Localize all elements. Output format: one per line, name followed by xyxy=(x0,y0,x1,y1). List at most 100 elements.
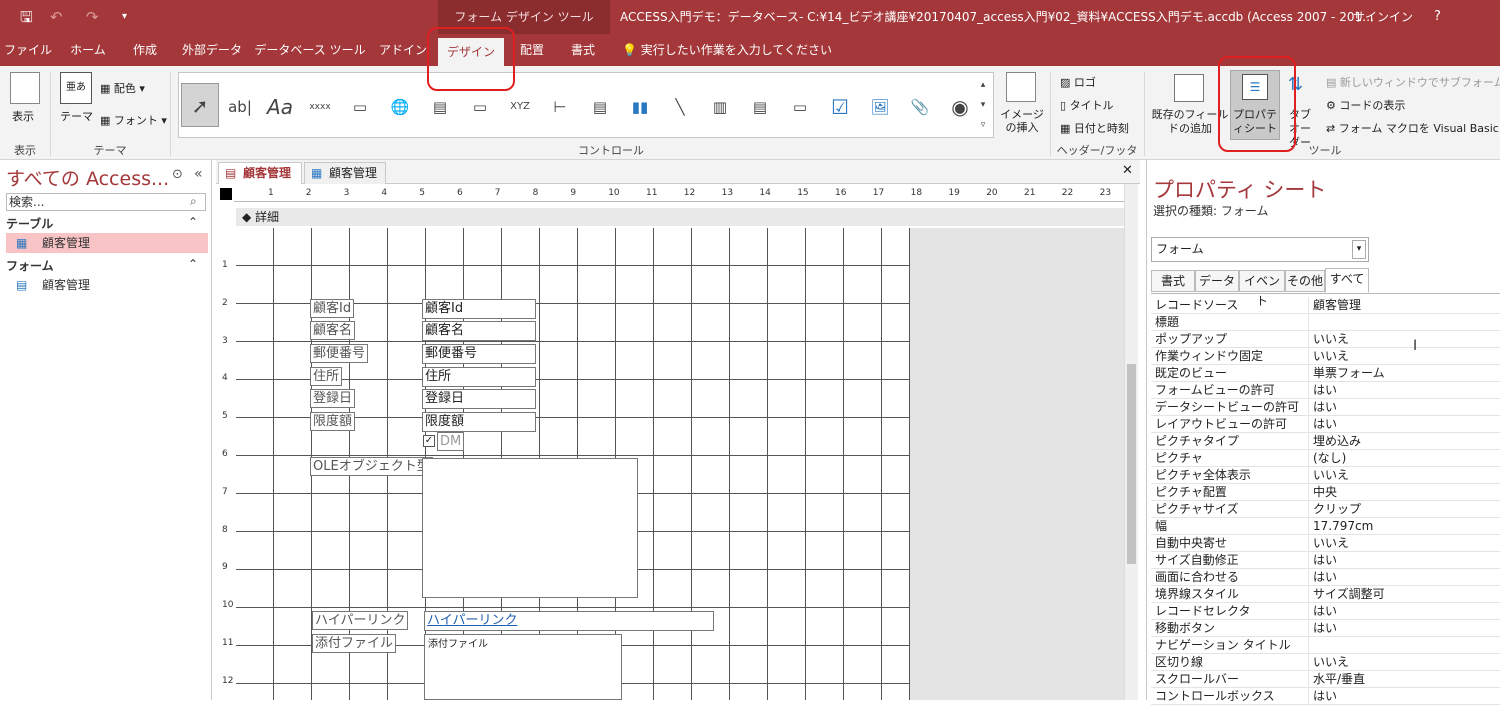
nav-search-input[interactable]: 検索... xyxy=(6,193,206,211)
label-credit-limit[interactable]: 限度額 xyxy=(310,412,356,431)
prop-tab-other[interactable]: その他 xyxy=(1285,270,1325,292)
property-row[interactable]: レコードソース 顧客管理 xyxy=(1151,297,1500,314)
property-row[interactable]: データシートビューの許可 はい xyxy=(1151,399,1500,416)
property-row[interactable]: フォームビューの許可 はい xyxy=(1151,382,1500,399)
ole-object-frame[interactable] xyxy=(422,458,638,598)
tab-home[interactable]: ホーム xyxy=(60,34,116,66)
label-ole-object[interactable]: OLEオブジェクト型 xyxy=(310,457,433,476)
label-customer-name[interactable]: 顧客名 xyxy=(310,321,356,340)
property-value[interactable]: いいえ xyxy=(1308,331,1498,347)
property-value[interactable]: サイズ調整可 xyxy=(1308,586,1498,602)
select-pointer-icon[interactable]: ➚ xyxy=(181,83,219,127)
property-row[interactable]: 標題 xyxy=(1151,314,1500,331)
insert-image-icon[interactable] xyxy=(1006,72,1036,102)
label-control-icon[interactable]: Aa xyxy=(263,91,297,123)
theme-button-label[interactable]: テーマ xyxy=(60,108,93,124)
view-button-label[interactable]: 表示 xyxy=(12,108,34,124)
tab-format[interactable]: 書式 xyxy=(560,34,606,66)
close-document-icon[interactable]: ✕ xyxy=(1122,163,1133,178)
title-button[interactable]: ▯ タイトル xyxy=(1060,97,1114,113)
theme-icon[interactable]: 亜あ xyxy=(60,72,92,104)
button-control-icon[interactable]: xxxx xyxy=(303,91,337,123)
save-icon[interactable]: 🖫 xyxy=(20,8,33,26)
page-break-icon[interactable]: ⊢ xyxy=(543,91,577,123)
property-value[interactable]: いいえ xyxy=(1308,535,1498,551)
tab-file[interactable]: ファイル xyxy=(0,34,56,66)
doc-tab-table[interactable]: ▦ 顧客管理 xyxy=(304,162,386,184)
attachment-control[interactable]: 添付ファイル xyxy=(424,634,622,700)
property-value[interactable]: (なし) xyxy=(1308,450,1498,466)
customize-qat-icon[interactable]: ▾ xyxy=(122,8,127,26)
tab-addins[interactable]: アドイン xyxy=(372,34,434,66)
tab-database-tools[interactable]: データベース ツール xyxy=(254,34,366,66)
property-row[interactable]: スクロールバー 水平/垂直 xyxy=(1151,671,1500,688)
property-value[interactable]: はい xyxy=(1308,382,1498,398)
property-row[interactable]: 画面に合わせる はい xyxy=(1151,569,1500,586)
property-row[interactable]: 境界線スタイル サイズ調整可 xyxy=(1151,586,1500,603)
property-row[interactable]: レコードセレクタ はい xyxy=(1151,603,1500,620)
toggle-button-icon[interactable]: ▥ xyxy=(703,91,737,123)
property-row[interactable]: 移動ボタン はい xyxy=(1151,620,1500,637)
property-row[interactable]: ナビゲーション タイトル xyxy=(1151,637,1500,654)
chart-control-icon[interactable]: ▮▮ xyxy=(623,91,657,123)
label-registration-date[interactable]: 登録日 xyxy=(310,389,356,408)
checkbox-control-icon[interactable]: ☑ xyxy=(823,91,857,123)
property-value[interactable]: 顧客管理 xyxy=(1308,297,1498,313)
web-browser-control-icon[interactable]: ▤ xyxy=(423,91,457,123)
scrollbar-thumb[interactable] xyxy=(1127,364,1136,564)
tell-me-box[interactable]: 💡 実行したい作業を入力してください xyxy=(622,34,832,66)
property-row[interactable]: ピクチャサイズ クリップ xyxy=(1151,501,1500,518)
textbox-hyperlink[interactable]: ハイパーリンク xyxy=(424,611,714,631)
property-value[interactable]: 中央 xyxy=(1308,484,1498,500)
property-row[interactable]: ポップアップ いいえ xyxy=(1151,331,1500,348)
property-value[interactable]: はい xyxy=(1308,620,1498,636)
property-value[interactable]: 埋め込み xyxy=(1308,433,1498,449)
list-box-icon[interactable]: ▤ xyxy=(743,91,777,123)
prop-tab-all[interactable]: すべて xyxy=(1325,268,1369,293)
nav-item-table-customers[interactable]: ▦ 顧客管理 xyxy=(6,233,208,253)
property-row[interactable]: レイアウトビューの許可 はい xyxy=(1151,416,1500,433)
combo-box-icon[interactable]: ▤ xyxy=(583,91,617,123)
textbox-postal-code[interactable]: 郵便番号 xyxy=(422,344,536,364)
doc-tab-form-design[interactable]: ▤ 顧客管理 xyxy=(218,162,302,184)
property-value[interactable]: いいえ xyxy=(1308,467,1498,483)
label-hyperlink[interactable]: ハイパーリンク xyxy=(312,611,409,630)
search-icon[interactable]: ⌕ xyxy=(190,194,197,209)
property-row[interactable]: ピクチャタイプ 埋め込み xyxy=(1151,433,1500,450)
nav-pane-header[interactable]: すべての Access... xyxy=(6,164,169,191)
image-control-icon[interactable]: 🖼 xyxy=(863,91,897,123)
property-row[interactable]: 既定のビュー 単票フォーム xyxy=(1151,365,1500,382)
textbox-registration-date[interactable]: 登録日 xyxy=(422,389,536,409)
label-dm[interactable]: DM xyxy=(437,432,465,451)
property-row[interactable]: サイズ自動修正 はい xyxy=(1151,552,1500,569)
tab-create[interactable]: 作成 xyxy=(120,34,170,66)
property-value[interactable]: はい xyxy=(1308,569,1498,585)
property-value[interactable]: はい xyxy=(1308,552,1498,568)
label-address[interactable]: 住所 xyxy=(310,367,343,386)
property-value[interactable]: はい xyxy=(1308,399,1498,415)
property-row[interactable]: ピクチャ (なし) xyxy=(1151,450,1500,467)
add-fields-icon[interactable] xyxy=(1174,74,1204,102)
label-attachment[interactable]: 添付ファイル xyxy=(312,634,397,653)
nav-section-tables[interactable]: テーブル ⌃ xyxy=(6,215,206,233)
nav-item-form-customers[interactable]: ▤ 顧客管理 xyxy=(6,275,208,295)
property-row[interactable]: 自動中央寄せ いいえ xyxy=(1151,535,1500,552)
property-value[interactable]: 水平/垂直 xyxy=(1308,671,1498,687)
label-customer-id[interactable]: 顧客Id xyxy=(310,299,355,318)
nav-menu-chevron-icon[interactable]: ⊙ xyxy=(172,167,183,182)
prop-tab-event[interactable]: イベント xyxy=(1239,270,1285,308)
view-icon[interactable] xyxy=(10,72,40,104)
property-value[interactable]: はい xyxy=(1308,603,1498,619)
undo-icon[interactable]: ↶ xyxy=(50,8,63,26)
detail-section-bar[interactable]: ◆ 詳細 xyxy=(236,208,1124,226)
textbox-customer-name[interactable]: 顧客名 xyxy=(422,321,536,341)
textbox-customer-id[interactable]: 顧客Id xyxy=(422,299,536,319)
textbox-credit-limit[interactable]: 限度額 xyxy=(422,412,536,432)
rectangle-control-icon[interactable]: ▭ xyxy=(783,91,817,123)
option-group-icon[interactable]: XYZ xyxy=(503,91,537,123)
option-button-icon[interactable]: ◉ xyxy=(943,91,977,123)
property-row[interactable]: 幅 17.797cm xyxy=(1151,518,1500,535)
navigation-control-icon[interactable]: ▭ xyxy=(463,91,497,123)
property-value[interactable]: いいえ xyxy=(1308,348,1498,364)
signin-link[interactable]: サインイン xyxy=(1353,0,1413,34)
